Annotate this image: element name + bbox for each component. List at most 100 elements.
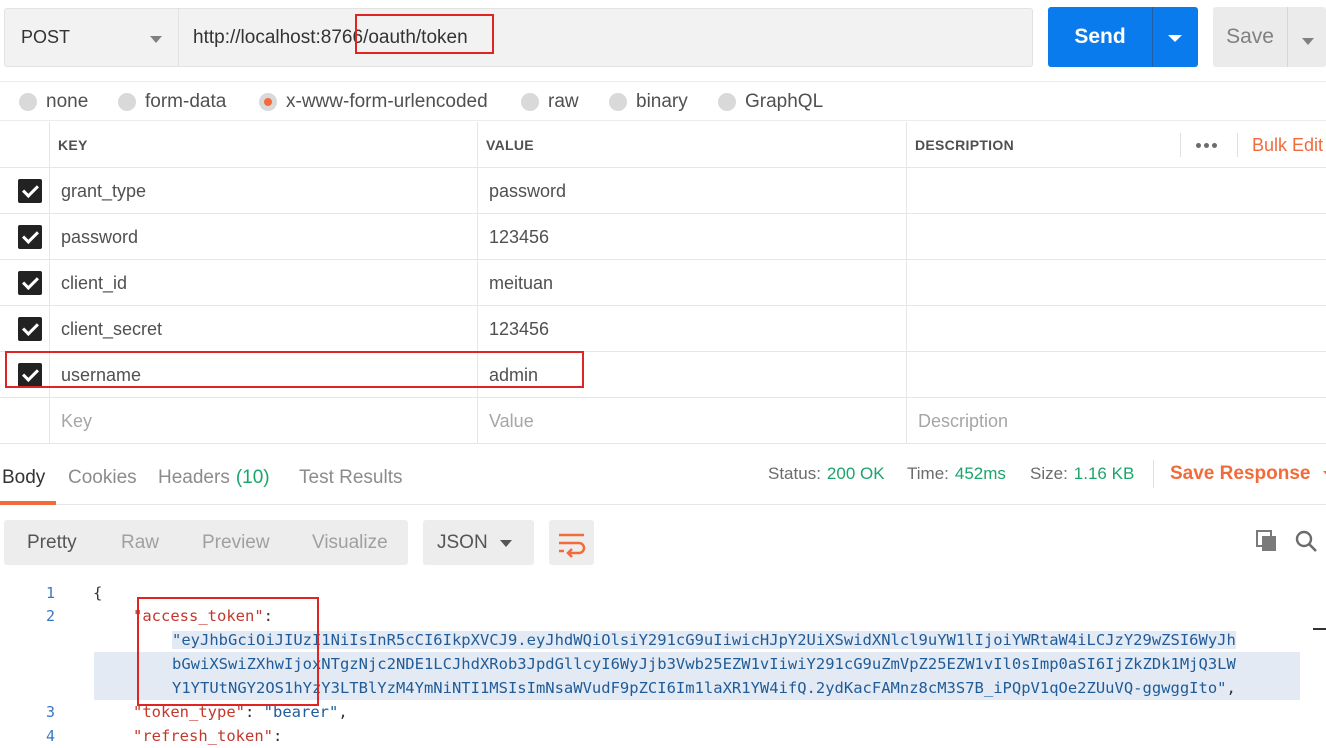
- column-header-description: DESCRIPTION: [915, 137, 1014, 153]
- save-button[interactable]: Save: [1213, 7, 1326, 67]
- column-divider: [906, 122, 907, 444]
- response-tabs: Body Cookies Headers (10) Test Results S…: [0, 452, 1326, 505]
- radio-graphql[interactable]: GraphQL: [718, 82, 823, 122]
- radio-label: binary: [636, 91, 688, 112]
- view-mode-group: Pretty Raw Preview Visualize: [4, 520, 408, 565]
- wrap-lines-icon: [559, 533, 586, 558]
- view-raw[interactable]: Raw: [121, 520, 159, 565]
- tab-cookies[interactable]: Cookies: [68, 452, 137, 504]
- format-value: JSON: [437, 531, 488, 553]
- row-divider: [0, 443, 1326, 444]
- radio-label: form-data: [145, 91, 227, 112]
- row-divider: [0, 213, 1326, 214]
- token-segment: Y1YTUtNGY2OS1hYzY3LTBlYzM4YmNiNTI1MSIsIm…: [172, 679, 1227, 697]
- send-button-label: Send: [1074, 25, 1126, 48]
- method-select[interactable]: POST: [4, 8, 179, 67]
- send-divider: [1152, 7, 1153, 67]
- more-options-icon[interactable]: [1196, 122, 1220, 168]
- radio-circle-icon: [718, 93, 736, 111]
- size-value: 1.16 KB: [1073, 464, 1135, 483]
- body-type-radio-group: none form-data x-www-form-urlencoded raw…: [0, 81, 1326, 121]
- new-value-input[interactable]: Value: [489, 398, 534, 444]
- row-divider: [0, 305, 1326, 306]
- code-line: {: [93, 584, 103, 602]
- header-divider: [1237, 133, 1238, 157]
- status-divider: [1153, 460, 1154, 488]
- new-description-input[interactable]: Description: [918, 398, 1008, 444]
- radio-raw[interactable]: raw: [521, 82, 579, 122]
- row-checkbox[interactable]: [18, 317, 42, 341]
- radio-form-data[interactable]: form-data: [118, 82, 226, 122]
- row-divider: [0, 397, 1326, 398]
- code-line: "refresh_token":: [133, 727, 283, 745]
- annotation-box-username-row: [5, 351, 584, 388]
- param-key[interactable]: client_id: [61, 260, 127, 306]
- view-pretty[interactable]: Pretty: [27, 520, 77, 565]
- param-value[interactable]: password: [489, 168, 566, 214]
- tab-body[interactable]: Body: [2, 452, 45, 504]
- copy-icon[interactable]: [1256, 530, 1278, 552]
- url-input[interactable]: http://localhost:8766/oauth/token: [179, 8, 1033, 67]
- status-label: Status:: [768, 464, 821, 483]
- row-checkbox[interactable]: [18, 225, 42, 249]
- row-checkbox[interactable]: [18, 179, 42, 203]
- column-divider: [477, 122, 478, 444]
- new-key-input[interactable]: Key: [61, 398, 92, 444]
- send-options-chevron-icon[interactable]: [1168, 35, 1182, 42]
- radio-circle-icon: [19, 93, 37, 111]
- param-key[interactable]: client_secret: [61, 306, 162, 352]
- row-divider: [0, 259, 1326, 260]
- chevron-down-icon: [500, 540, 512, 547]
- search-icon[interactable]: [1294, 529, 1318, 553]
- wrap-lines-button[interactable]: [549, 520, 594, 565]
- param-key[interactable]: grant_type: [61, 168, 146, 214]
- size-label: Size:: [1030, 464, 1068, 483]
- column-header-value: VALUE: [486, 137, 534, 153]
- json-string-value: "eyJhbGciOiJIUzI1NiIsInR5cCI6IkpXVCJ9.ey…: [172, 628, 1236, 652]
- method-value: POST: [21, 27, 71, 47]
- line-number: 3: [45, 703, 55, 721]
- format-select[interactable]: JSON: [423, 520, 534, 565]
- radio-label: none: [46, 91, 89, 112]
- send-button[interactable]: Send: [1048, 7, 1198, 67]
- params-table: KEY VALUE DESCRIPTION Bulk Edit grant_ty…: [0, 122, 1326, 444]
- radio-binary[interactable]: binary: [609, 82, 688, 122]
- view-visualize[interactable]: Visualize: [312, 520, 388, 565]
- radio-circle-icon: [609, 93, 627, 111]
- save-response-button[interactable]: Save Response: [1170, 452, 1326, 496]
- save-button-label: Save: [1226, 25, 1274, 48]
- bulk-edit-link[interactable]: Bulk Edit: [1252, 122, 1323, 168]
- radio-none[interactable]: none: [19, 82, 88, 122]
- radio-selected-icon: [259, 93, 277, 111]
- view-preview[interactable]: Preview: [202, 520, 270, 565]
- param-value[interactable]: 123456: [489, 306, 549, 352]
- line-number: 2: [45, 607, 55, 625]
- header-divider: [1180, 133, 1181, 157]
- tab-test-results[interactable]: Test Results: [299, 452, 402, 504]
- time-label: Time:: [907, 464, 949, 483]
- radio-circle-icon: [521, 93, 539, 111]
- size-readout: Size: 1.16 KB: [1030, 452, 1134, 496]
- param-value[interactable]: 123456: [489, 214, 549, 260]
- tab-headers-label: Headers: [158, 467, 230, 488]
- token-segment: "eyJhbGciOiJIUzI1NiIsInR5cCI6IkpXVCJ9.ey…: [172, 631, 1236, 649]
- radio-x-www-form-urlencoded[interactable]: x-www-form-urlencoded: [259, 82, 488, 122]
- column-divider: [49, 122, 50, 444]
- headers-count-badge: (10): [235, 467, 270, 488]
- active-tab-indicator: [0, 501, 56, 505]
- status-value: 200 OK: [826, 464, 885, 483]
- save-divider: [1287, 7, 1288, 67]
- json-key: "refresh_token": [133, 727, 273, 745]
- row-checkbox[interactable]: [18, 271, 42, 295]
- save-options-chevron-icon[interactable]: [1302, 38, 1314, 45]
- scroll-indicator: [1313, 628, 1326, 630]
- token-segment: bGwiXSwiZXhwIjoxNTgzNjc2NDE1LCJhdXRob3Jp…: [172, 655, 1236, 673]
- annotation-box-url-path: [355, 14, 494, 54]
- param-key[interactable]: password: [61, 214, 138, 260]
- param-value[interactable]: meituan: [489, 260, 553, 306]
- tab-headers[interactable]: Headers (10): [158, 452, 270, 504]
- status-readout: Status: 200 OK: [768, 452, 885, 496]
- chevron-down-icon: [150, 36, 162, 43]
- line-number: 4: [45, 727, 55, 745]
- time-value: 452ms: [954, 464, 1006, 483]
